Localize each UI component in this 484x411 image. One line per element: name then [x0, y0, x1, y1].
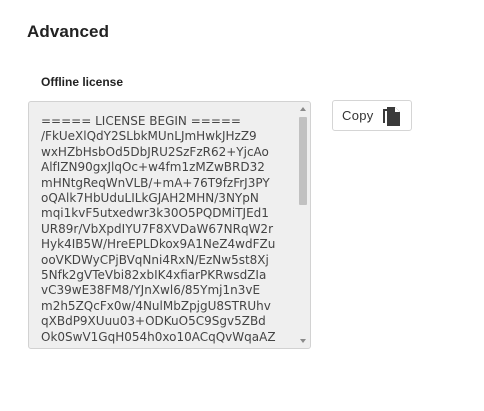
section-title: Advanced	[27, 22, 110, 41]
license-scrollbar[interactable]	[298, 104, 308, 346]
copy-icon	[380, 104, 402, 128]
license-scrollbar-thumb[interactable]	[299, 117, 307, 205]
scroll-up-arrow-icon[interactable]	[300, 107, 306, 111]
copy-button-label: Copy	[342, 108, 374, 123]
offline-license-label: Offline license	[41, 75, 124, 89]
offline-license-text[interactable]: ===== LICENSE BEGIN ===== /FkUeXlQdY2SLb…	[41, 114, 299, 345]
offline-license-textarea[interactable]: ===== LICENSE BEGIN ===== /FkUeXlQdY2SLb…	[28, 101, 311, 349]
scroll-down-arrow-icon[interactable]	[300, 339, 306, 343]
copy-button[interactable]: Copy	[332, 100, 412, 131]
